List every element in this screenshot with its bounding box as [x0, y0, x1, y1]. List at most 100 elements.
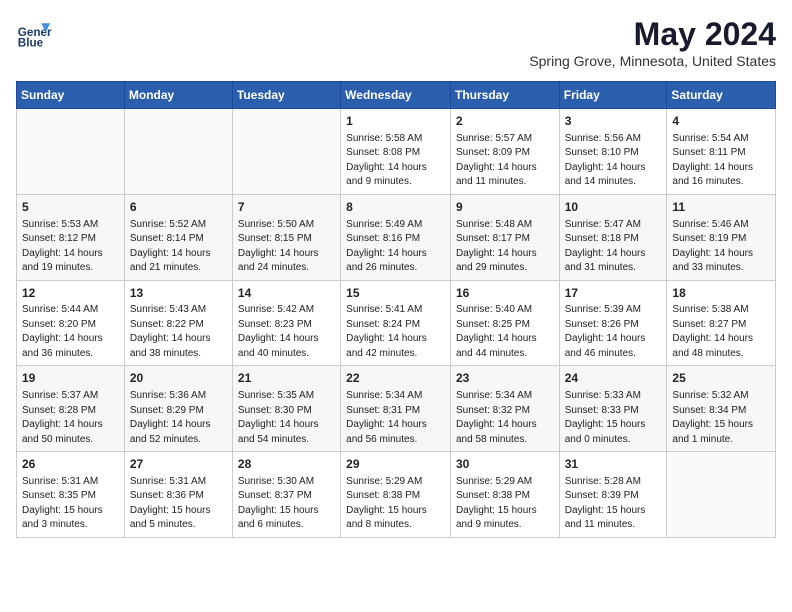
calendar-cell: 23Sunrise: 5:34 AM Sunset: 8:32 PM Dayli… [450, 366, 559, 452]
col-header-tuesday: Tuesday [232, 82, 340, 109]
day-number: 31 [565, 456, 662, 473]
calendar-cell: 6 Sunrise: 5:52 AM Sunset: 8:14 PM Daylig… [124, 194, 232, 280]
week-row-4: 19 Sunrise: 5:37 AM Sunset: 8:28 PM Dayli… [17, 366, 776, 452]
calendar-cell: 30Sunrise: 5:29 AM Sunset: 8:38 PM Dayli… [450, 452, 559, 538]
calendar-cell: 5 Sunrise: 5:53 AM Sunset: 8:12 PM Daylig… [17, 194, 125, 280]
calendar-cell: 13Sunrise: 5:43 AM Sunset: 8:22 PM Dayli… [124, 280, 232, 366]
day-number: 28 [238, 456, 335, 473]
week-row-5: 26 Sunrise: 5:31 AM Sunset: 8:35 PM Dayli… [17, 452, 776, 538]
day-number: 18 [672, 285, 770, 302]
day-number: 27 [130, 456, 227, 473]
header-row: SundayMondayTuesdayWednesdayThursdayFrid… [17, 82, 776, 109]
day-number: 4 [672, 113, 770, 130]
month-title: May 2024 [529, 16, 776, 53]
day-number: 13 [130, 285, 227, 302]
col-header-saturday: Saturday [667, 82, 776, 109]
calendar-cell: 12Sunrise: 5:44 AM Sunset: 8:20 PM Dayli… [17, 280, 125, 366]
calendar-cell: 7 Sunrise: 5:50 AM Sunset: 8:15 PM Daylig… [232, 194, 340, 280]
location: Spring Grove, Minnesota, United States [529, 53, 776, 69]
cell-info: Sunrise: 5:46 AM Sunset: 8:19 PM Dayligh… [672, 218, 770, 276]
cell-info: Sunrise: 5:34 AM Sunset: 8:31 PM Dayligh… [346, 389, 445, 447]
calendar-cell: 16Sunrise: 5:40 AM Sunset: 8:25 PM Dayli… [450, 280, 559, 366]
calendar-cell: 8 Sunrise: 5:49 AM Sunset: 8:16 PM Daylig… [341, 194, 451, 280]
day-number: 29 [346, 456, 445, 473]
col-header-monday: Monday [124, 82, 232, 109]
day-number: 25 [672, 370, 770, 387]
day-number: 11 [672, 199, 770, 216]
cell-info: Sunrise: 5:33 AM Sunset: 8:33 PM Dayligh… [565, 389, 662, 447]
calendar-cell [667, 452, 776, 538]
calendar-cell: 31 Sunrise: 5:28 AM Sunset: 8:39 PM Dayli… [559, 452, 667, 538]
day-number: 12 [22, 285, 119, 302]
calendar-cell: 27 Sunrise: 5:31 AM Sunset: 8:36 PM Dayli… [124, 452, 232, 538]
calendar-cell: 1 Sunrise: 5:58 AM Sunset: 8:08 PM Daylig… [341, 109, 451, 195]
day-number: 16 [456, 285, 554, 302]
calendar-cell [17, 109, 125, 195]
day-number: 22 [346, 370, 445, 387]
week-row-3: 12Sunrise: 5:44 AM Sunset: 8:20 PM Dayli… [17, 280, 776, 366]
cell-info: Sunrise: 5:54 AM Sunset: 8:11 PM Dayligh… [672, 132, 770, 190]
day-number: 5 [22, 199, 119, 216]
calendar-cell: 24 Sunrise: 5:33 AM Sunset: 8:33 PM Dayli… [559, 366, 667, 452]
cell-info: Sunrise: 5:39 AM Sunset: 8:26 PM Dayligh… [565, 303, 662, 361]
col-header-thursday: Thursday [450, 82, 559, 109]
day-number: 1 [346, 113, 445, 130]
cell-info: Sunrise: 5:28 AM Sunset: 8:39 PM Dayligh… [565, 475, 662, 533]
cell-info: Sunrise: 5:49 AM Sunset: 8:16 PM Dayligh… [346, 218, 445, 276]
cell-info: Sunrise: 5:50 AM Sunset: 8:15 PM Dayligh… [238, 218, 335, 276]
day-number: 8 [346, 199, 445, 216]
day-number: 7 [238, 199, 335, 216]
cell-info: Sunrise: 5:29 AM Sunset: 8:38 PM Dayligh… [346, 475, 445, 533]
calendar-cell: 11 Sunrise: 5:46 AM Sunset: 8:19 PM Dayli… [667, 194, 776, 280]
cell-info: Sunrise: 5:56 AM Sunset: 8:10 PM Dayligh… [565, 132, 662, 190]
calendar-cell: 3 Sunrise: 5:56 AM Sunset: 8:10 PM Daylig… [559, 109, 667, 195]
calendar-cell: 20Sunrise: 5:36 AM Sunset: 8:29 PM Dayli… [124, 366, 232, 452]
day-number: 2 [456, 113, 554, 130]
day-number: 6 [130, 199, 227, 216]
day-number: 14 [238, 285, 335, 302]
calendar-cell: 29 Sunrise: 5:29 AM Sunset: 8:38 PM Dayli… [341, 452, 451, 538]
cell-info: Sunrise: 5:57 AM Sunset: 8:09 PM Dayligh… [456, 132, 554, 190]
day-number: 24 [565, 370, 662, 387]
cell-info: Sunrise: 5:40 AM Sunset: 8:25 PM Dayligh… [456, 303, 554, 361]
col-header-wednesday: Wednesday [341, 82, 451, 109]
day-number: 10 [565, 199, 662, 216]
week-row-1: 1 Sunrise: 5:58 AM Sunset: 8:08 PM Daylig… [17, 109, 776, 195]
col-header-sunday: Sunday [17, 82, 125, 109]
week-row-2: 5 Sunrise: 5:53 AM Sunset: 8:12 PM Daylig… [17, 194, 776, 280]
cell-info: Sunrise: 5:53 AM Sunset: 8:12 PM Dayligh… [22, 218, 119, 276]
col-header-friday: Friday [559, 82, 667, 109]
day-number: 20 [130, 370, 227, 387]
logo: General Blue [16, 16, 52, 52]
day-number: 3 [565, 113, 662, 130]
cell-info: Sunrise: 5:32 AM Sunset: 8:34 PM Dayligh… [672, 389, 770, 447]
cell-info: Sunrise: 5:44 AM Sunset: 8:20 PM Dayligh… [22, 303, 119, 361]
calendar-cell: 2 Sunrise: 5:57 AM Sunset: 8:09 PM Daylig… [450, 109, 559, 195]
calendar-cell: 17Sunrise: 5:39 AM Sunset: 8:26 PM Dayli… [559, 280, 667, 366]
cell-info: Sunrise: 5:38 AM Sunset: 8:27 PM Dayligh… [672, 303, 770, 361]
day-number: 9 [456, 199, 554, 216]
cell-info: Sunrise: 5:31 AM Sunset: 8:36 PM Dayligh… [130, 475, 227, 533]
calendar-cell: 25 Sunrise: 5:32 AM Sunset: 8:34 PM Dayli… [667, 366, 776, 452]
calendar-cell: 9 Sunrise: 5:48 AM Sunset: 8:17 PM Daylig… [450, 194, 559, 280]
calendar-cell: 26 Sunrise: 5:31 AM Sunset: 8:35 PM Dayli… [17, 452, 125, 538]
day-number: 17 [565, 285, 662, 302]
cell-info: Sunrise: 5:48 AM Sunset: 8:17 PM Dayligh… [456, 218, 554, 276]
cell-info: Sunrise: 5:58 AM Sunset: 8:08 PM Dayligh… [346, 132, 445, 190]
calendar-cell: 21Sunrise: 5:35 AM Sunset: 8:30 PM Dayli… [232, 366, 340, 452]
day-number: 26 [22, 456, 119, 473]
cell-info: Sunrise: 5:52 AM Sunset: 8:14 PM Dayligh… [130, 218, 227, 276]
cell-info: Sunrise: 5:30 AM Sunset: 8:37 PM Dayligh… [238, 475, 335, 533]
cell-info: Sunrise: 5:35 AM Sunset: 8:30 PM Dayligh… [238, 389, 335, 447]
calendar-cell: 28 Sunrise: 5:30 AM Sunset: 8:37 PM Dayli… [232, 452, 340, 538]
calendar-cell [232, 109, 340, 195]
calendar-cell: 14Sunrise: 5:42 AM Sunset: 8:23 PM Dayli… [232, 280, 340, 366]
svg-text:Blue: Blue [18, 37, 44, 50]
calendar-cell: 10Sunrise: 5:47 AM Sunset: 8:18 PM Dayli… [559, 194, 667, 280]
page-header: General Blue May 2024 Spring Grove, Minn… [16, 16, 776, 69]
cell-info: Sunrise: 5:37 AM Sunset: 8:28 PM Dayligh… [22, 389, 119, 447]
day-number: 19 [22, 370, 119, 387]
cell-info: Sunrise: 5:41 AM Sunset: 8:24 PM Dayligh… [346, 303, 445, 361]
cell-info: Sunrise: 5:31 AM Sunset: 8:35 PM Dayligh… [22, 475, 119, 533]
cell-info: Sunrise: 5:43 AM Sunset: 8:22 PM Dayligh… [130, 303, 227, 361]
